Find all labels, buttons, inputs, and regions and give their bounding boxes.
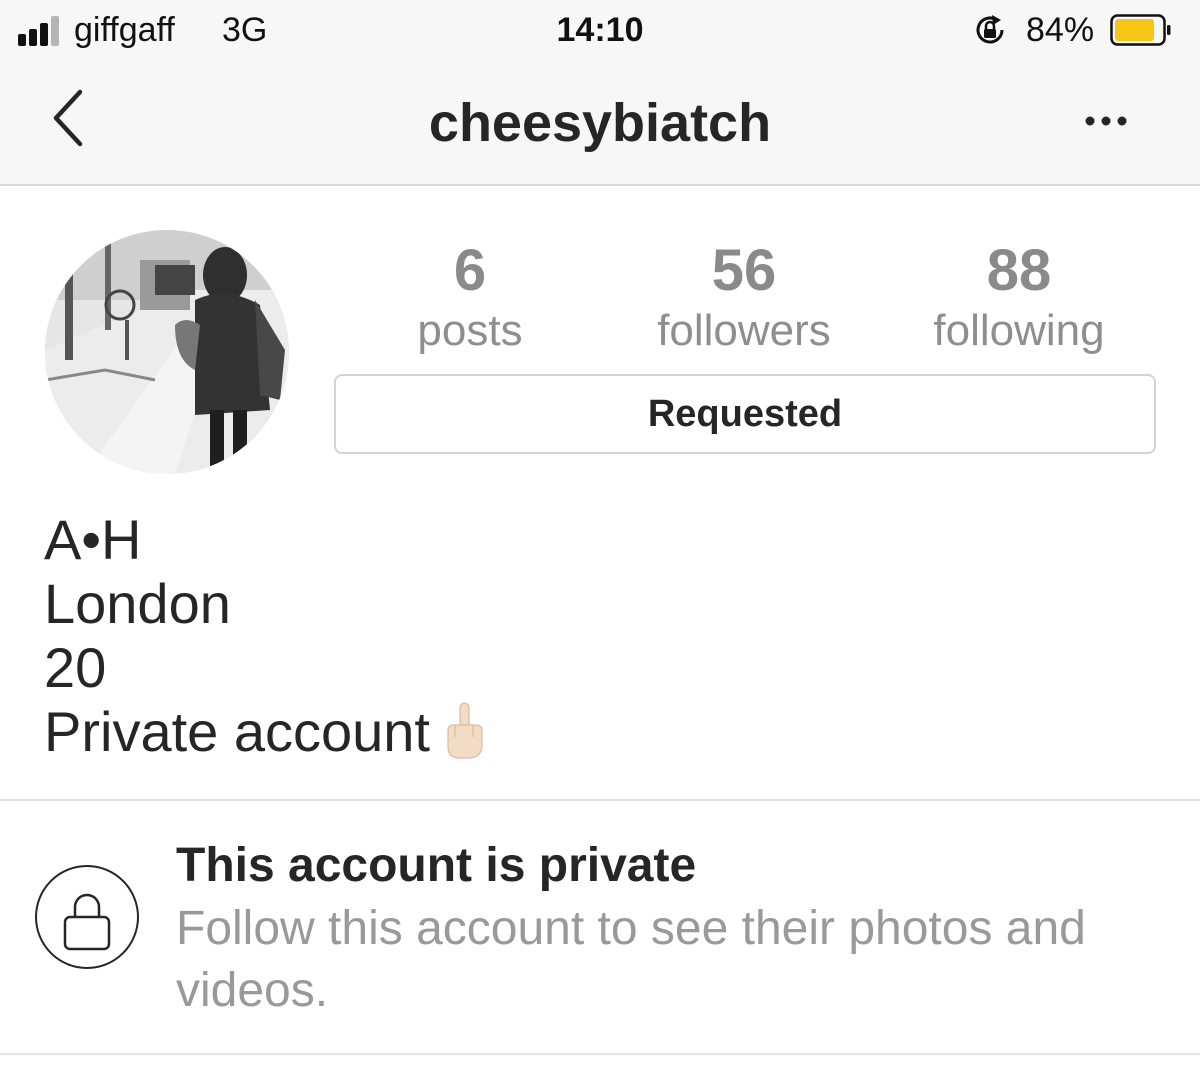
posts-number: 6 [453,238,487,303]
section-divider [0,799,1200,801]
more-options-icon[interactable] [1078,106,1134,136]
profile-bio: A•H London 20 Private account [44,508,486,764]
bio-location: London [44,572,231,635]
battery-icon [1110,14,1171,46]
followers-label: followers [657,306,831,355]
profile-avatar[interactable] [45,230,289,474]
battery-percent: 84% [1026,11,1095,49]
posts-label: posts [417,306,523,355]
section-divider-bottom [0,1053,1200,1055]
private-account-description: Follow this account to see their photos … [176,902,1086,1017]
following-number: 88 [986,238,1052,303]
private-account-title: This account is private [176,839,697,892]
avatar-photo [45,230,289,474]
posts-count: 6 posts [350,238,590,358]
rotation-lock-icon [976,15,1004,44]
followers-number: 56 [711,238,777,303]
lock-glyph [63,893,111,951]
nav-bar: cheesybiatch [0,62,1200,186]
requested-button[interactable]: Requested [334,374,1156,454]
following-count[interactable]: 88 following [899,238,1139,358]
bio-age: 20 [44,636,107,699]
bio-note: Private account [44,700,430,763]
bio-note-line: Private account [44,700,486,764]
status-bar: giffgaff 3G 14:10 84% [0,0,1200,62]
middle-finger-emoji-icon [447,702,483,759]
bio-name: A•H [44,508,142,571]
profile-username: cheesybiatch [428,93,772,153]
following-label: following [933,306,1105,355]
lock-icon [35,865,139,969]
status-time: 14:10 [556,11,644,49]
followers-count[interactable]: 56 followers [624,238,864,358]
